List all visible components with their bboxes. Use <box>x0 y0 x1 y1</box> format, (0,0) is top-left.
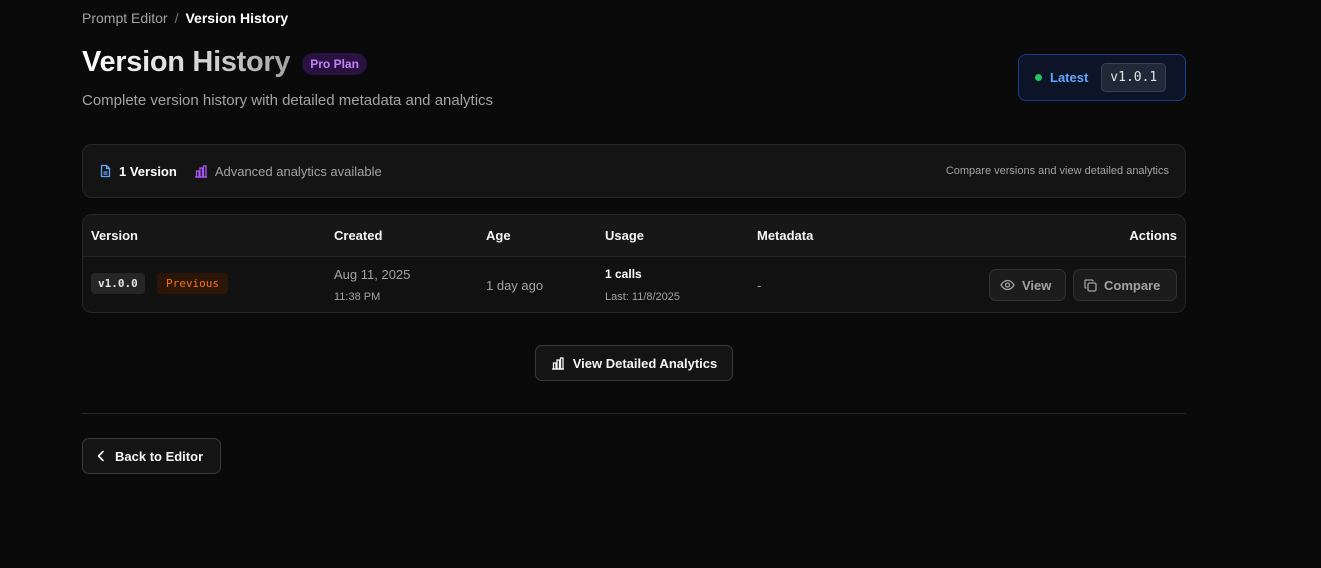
metadata-value: - <box>757 278 762 293</box>
back-to-editor-button[interactable]: Back to Editor <box>82 438 221 474</box>
usage-calls: 1 calls <box>605 267 642 281</box>
breadcrumb-separator: / <box>174 10 179 26</box>
compare-button-label: Compare <box>1104 277 1161 293</box>
created-date: Aug 11, 2025 <box>334 267 411 282</box>
view-detailed-analytics-button[interactable]: View Detailed Analytics <box>535 345 733 381</box>
status-badge: Previous <box>157 273 228 294</box>
view-button-label: View <box>1022 277 1052 293</box>
info-bar-summary: 1 Version Advanced analytics available <box>99 164 382 179</box>
table-row: v1.0.0 Previous Aug 11, 2025 11:38 PM 1 … <box>83 257 1185 312</box>
breadcrumb: Prompt Editor / Version History <box>82 10 288 26</box>
table-header: Version Created Age Usage Metadata Actio… <box>83 215 1185 257</box>
version-table: Version Created Age Usage Metadata Actio… <box>82 214 1186 313</box>
status-dot-icon <box>1035 74 1042 81</box>
eye-icon <box>1000 279 1015 291</box>
column-header-version: Version <box>91 228 138 243</box>
latest-version-card: Latest v1.0.1 <box>1018 54 1186 101</box>
breadcrumb-prompt-editor[interactable]: Prompt Editor <box>82 10 168 26</box>
page-subtitle: Complete version history with detailed m… <box>82 92 494 109</box>
latest-label: Latest <box>1050 70 1089 85</box>
title-row: Version History Pro Plan <box>82 46 367 79</box>
page-title: Version History <box>82 46 291 78</box>
bar-chart-icon <box>551 356 565 370</box>
breadcrumb-current: Version History <box>185 10 289 26</box>
version-count: 1 Version <box>119 163 177 179</box>
column-header-metadata: Metadata <box>757 228 814 243</box>
age: 1 day ago <box>486 278 544 293</box>
analytics-button-label: View Detailed Analytics <box>572 355 718 371</box>
usage-last: Last: 11/8/2025 <box>605 291 681 303</box>
created-time: 11:38 PM <box>334 291 381 303</box>
column-header-age: Age <box>486 228 511 243</box>
compare-button[interactable]: Compare <box>1073 269 1177 301</box>
chevron-left-icon <box>97 450 105 462</box>
divider <box>82 413 1186 414</box>
latest-version-code: v1.0.1 <box>1101 63 1167 92</box>
column-header-usage: Usage <box>605 228 645 243</box>
document-icon <box>99 164 112 178</box>
info-bar-hint: Compare versions and view detailed analy… <box>945 165 1169 177</box>
back-button-label: Back to Editor <box>115 448 204 464</box>
bar-chart-icon <box>194 164 208 178</box>
plan-badge: Pro Plan <box>302 52 367 75</box>
column-header-actions: Actions <box>1129 228 1177 243</box>
copy-icon <box>1084 278 1097 292</box>
column-header-created: Created <box>334 228 383 243</box>
view-button[interactable]: View <box>989 269 1066 301</box>
info-bar: 1 Version Advanced analytics available C… <box>82 144 1186 198</box>
version-code: v1.0.0 <box>91 273 145 294</box>
analytics-available-text: Advanced analytics available <box>214 163 382 179</box>
